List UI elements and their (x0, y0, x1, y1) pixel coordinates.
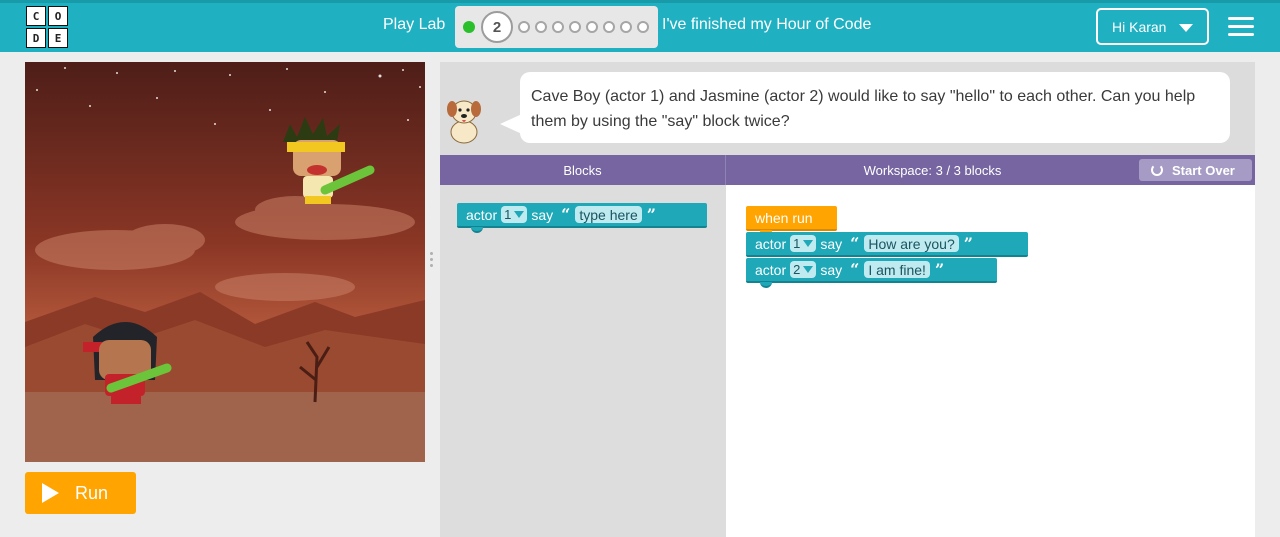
actor-dropdown[interactable]: 2 (790, 261, 817, 278)
level-1-complete-dot[interactable] (463, 21, 475, 33)
level-dot[interactable] (535, 21, 547, 33)
code-logo[interactable]: C O D E (26, 6, 68, 48)
start-over-button[interactable]: Start Over (1139, 159, 1252, 181)
workspace-header: Blocks Workspace: 3 / 3 blocks Start Ove… (440, 155, 1255, 185)
block-actor-label: actor (755, 235, 787, 252)
instructions-text: Cave Boy (actor 1) and Jasmine (actor 2)… (520, 72, 1230, 143)
open-quote: “ (850, 234, 860, 253)
dropdown-arrow-icon (514, 211, 525, 218)
dog-avatar-icon (447, 100, 481, 144)
actor-number: 2 (793, 262, 801, 277)
run-label: Run (75, 482, 109, 503)
text-field[interactable]: type here (575, 206, 642, 223)
text-field[interactable]: I am fine! (864, 261, 930, 278)
level-dot[interactable] (603, 21, 615, 33)
say-block[interactable]: actor 1 say “ How are you? ” (746, 232, 1028, 257)
user-greeting: Hi Karan (1112, 18, 1167, 35)
cave-boy-sprite (283, 117, 375, 204)
logo-letter: C (26, 6, 46, 26)
ground (25, 392, 425, 462)
header-topline (0, 0, 1280, 3)
level-dot[interactable] (518, 21, 530, 33)
say-block-template[interactable]: actor 1 say “ type here ” (457, 203, 707, 233)
game-scene (25, 67, 425, 462)
actor-dropdown[interactable]: 1 (790, 235, 817, 252)
user-menu-button[interactable]: Hi Karan (1096, 8, 1209, 45)
say-block[interactable]: actor 2 say “ I am fine! ” (746, 258, 997, 288)
play-icon (42, 483, 59, 503)
level-dot[interactable] (620, 21, 632, 33)
instructions-panel: Cave Boy (actor 1) and Jasmine (actor 2)… (440, 62, 1255, 155)
dropdown-arrow-icon (803, 240, 814, 247)
clouds (35, 196, 415, 301)
open-quote: “ (561, 205, 571, 224)
stars (36, 67, 421, 125)
resize-handle[interactable] (430, 252, 434, 272)
start-over-label: Start Over (1172, 162, 1235, 178)
logo-letter: D (26, 28, 46, 48)
open-quote: “ (850, 260, 860, 279)
finished-hour-link[interactable]: I've finished my Hour of Code (662, 16, 871, 34)
block-notch (471, 227, 483, 233)
text-field[interactable]: How are you? (864, 235, 959, 252)
logo-letter: E (48, 28, 68, 48)
block-notch (760, 282, 772, 288)
level-progress: 2 (455, 6, 658, 48)
close-quote: ” (646, 205, 656, 224)
actor-number: 1 (504, 207, 512, 222)
level-dot[interactable] (586, 21, 598, 33)
block-say-label: say (820, 235, 843, 252)
workspace[interactable]: when run actor 1 say “ How are you? ” ac… (726, 185, 1255, 537)
block-actor-label: actor (755, 261, 787, 278)
workspace-count: Workspace: 3 / 3 blocks (863, 162, 1002, 178)
block-say-label: say (531, 206, 554, 223)
current-level-indicator[interactable]: 2 (481, 11, 513, 43)
toolbox: actor 1 say “ type here ” (440, 185, 726, 537)
actor-dropdown[interactable]: 1 (501, 206, 528, 223)
logo-letter: O (48, 6, 68, 26)
blocks-header: Blocks (440, 155, 726, 185)
caret-down-icon (1179, 24, 1193, 32)
when-run-label: when run (755, 209, 813, 226)
top-header: C O D E Play Lab 2 I've finished my Hour… (0, 0, 1280, 52)
block-actor-label: actor (466, 206, 498, 223)
level-dot[interactable] (569, 21, 581, 33)
actor-number: 1 (793, 236, 801, 251)
level-dot[interactable] (637, 21, 649, 33)
level-dot[interactable] (552, 21, 564, 33)
dropdown-arrow-icon (803, 266, 814, 273)
close-quote: ” (963, 234, 973, 253)
game-canvas[interactable] (25, 62, 425, 462)
reset-icon (1151, 164, 1163, 176)
course-title[interactable]: Play Lab (383, 16, 445, 34)
when-run-block[interactable]: when run (746, 206, 837, 236)
speech-bubble-tail (500, 114, 522, 134)
close-quote: ” (934, 260, 945, 279)
block-say-label: say (820, 261, 843, 278)
hamburger-icon[interactable] (1228, 17, 1254, 37)
run-button[interactable]: Run (25, 472, 136, 514)
